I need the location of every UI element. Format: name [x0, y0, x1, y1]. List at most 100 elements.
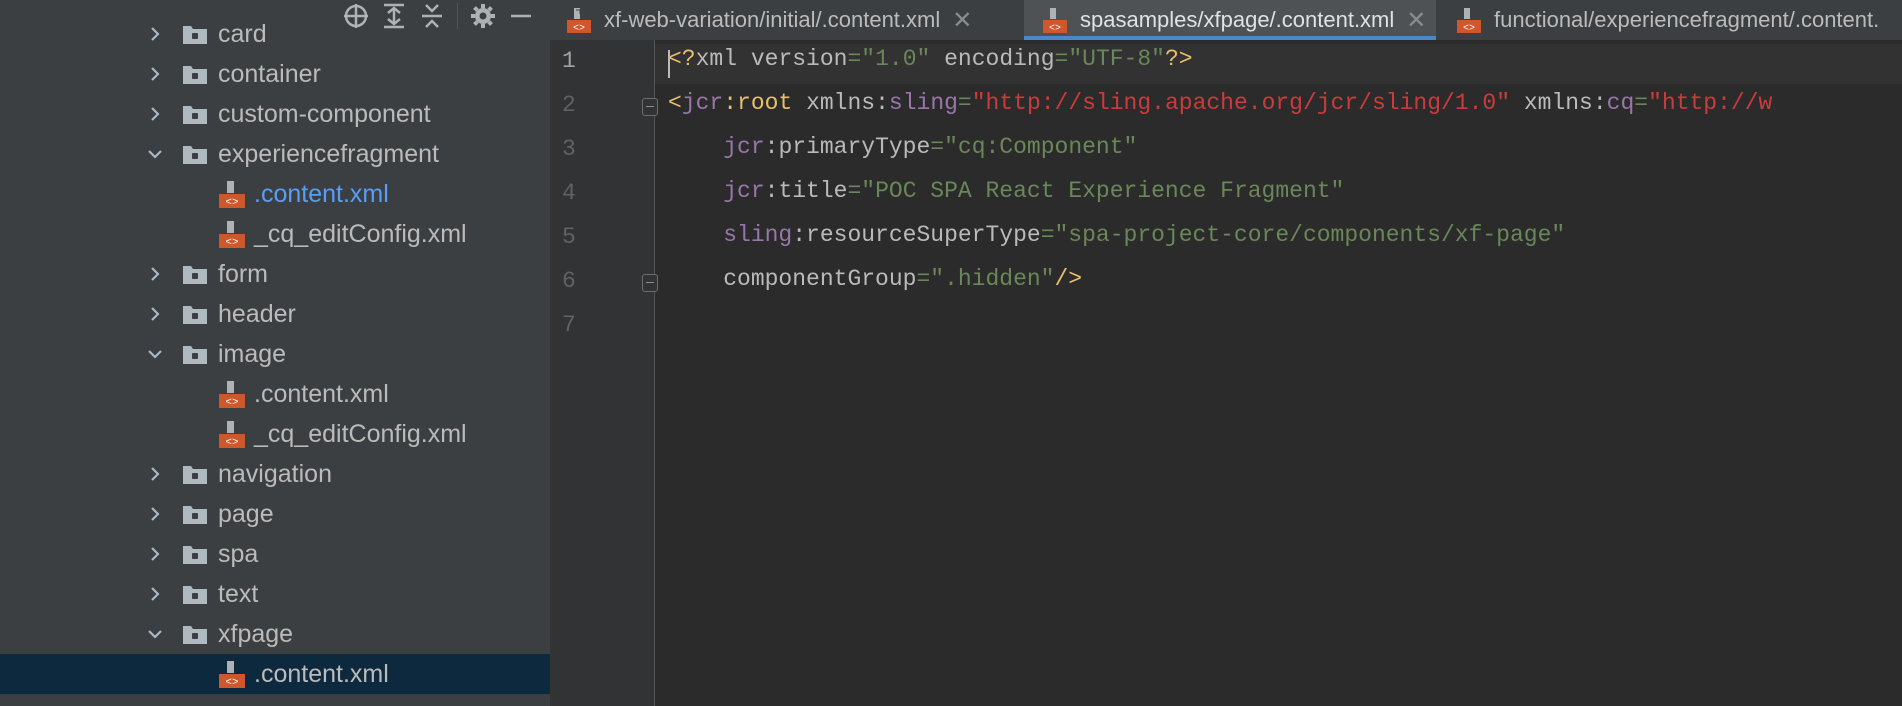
toolbar-separator [457, 3, 458, 29]
tree-folder-page[interactable]: page [0, 494, 550, 534]
line-number: 1 [562, 48, 576, 74]
val-encoding: "UTF-8" [1068, 46, 1165, 72]
svg-text:<>: <> [225, 437, 238, 449]
tree-folder-header[interactable]: header [0, 294, 550, 334]
project-toolbar [0, 0, 550, 32]
tree-folder-form[interactable]: form [0, 254, 550, 294]
xml-file-icon: <> [1043, 8, 1067, 35]
folder-icon [182, 623, 208, 645]
val-componentGroup: ".hidden" [930, 266, 1055, 292]
tree-item-label: container [218, 59, 321, 88]
ns-jcr: jcr [723, 134, 765, 160]
tree-folder-navigation[interactable]: navigation [0, 454, 550, 494]
chevron-right-icon[interactable] [145, 264, 165, 284]
xml-file-icon: <> [218, 219, 246, 249]
chevron-right-icon[interactable] [145, 104, 165, 124]
close-icon[interactable]: ✕ [1406, 6, 1426, 35]
code-line-6[interactable]: componentGroup=".hidden"/> [668, 266, 1082, 292]
tab-xfpage-content[interactable]: <> spasamples/xfpage/.content.xml ✕ [1024, 0, 1436, 40]
code-line-4[interactable]: jcr:title="POC SPA React Experience Frag… [668, 178, 1344, 204]
fold-marker-icon[interactable] [642, 98, 658, 116]
chevron-down-icon[interactable] [145, 344, 165, 364]
val-cq-url: "http://w [1648, 90, 1773, 116]
tree-item-label: .content.xml [254, 659, 389, 688]
tab-xf-web-variation-content[interactable]: <> xf-web-variation/initial/.content.xml… [566, 0, 972, 40]
xml-decl-close: ?> [1164, 46, 1193, 72]
ns-sling: sling [888, 90, 958, 116]
tab-label: xf-web-variation/initial/.content.xml [604, 7, 941, 32]
tree-folder-xfpage[interactable]: xfpage [0, 614, 550, 654]
tree-item-label: .content.xml [254, 179, 389, 208]
hide-icon[interactable] [502, 1, 540, 31]
xml-file-icon: <> [567, 8, 591, 34]
project-tree-panel: card container custom-component experiencef… [0, 0, 550, 706]
ns-cq: cq [1606, 90, 1635, 116]
tree-folder-custom-component[interactable]: custom-component [0, 94, 550, 134]
svg-text:<>: <> [225, 197, 238, 209]
chevron-right-icon[interactable] [145, 304, 165, 324]
folder-icon [182, 103, 208, 125]
fold-marker-icon[interactable] [642, 274, 658, 292]
attr-primaryType: primaryType [778, 134, 931, 160]
tree-folder-spa[interactable]: spa [0, 534, 550, 574]
code-line-5[interactable]: sling:resourceSuperType="spa-project-cor… [668, 222, 1565, 248]
attr-encoding: encoding [944, 46, 1055, 72]
val-sling-url: "http://sling.apache.org/jcr/sling/1.0" [971, 90, 1511, 116]
tree-item-label: text [218, 579, 259, 608]
tree-item-label: experiencefragment [218, 139, 439, 168]
self-close: /> [1054, 266, 1083, 292]
tab-label: functional/experiencefragment/.content. [1494, 7, 1880, 32]
tree-file-content-xml[interactable]: <> .content.xml [0, 374, 550, 414]
chevron-down-icon[interactable] [145, 144, 165, 164]
folder-icon [182, 303, 208, 325]
chevron-right-icon[interactable] [145, 584, 165, 604]
chevron-down-icon[interactable] [145, 624, 165, 644]
chevron-right-icon[interactable] [145, 504, 165, 524]
gear-icon[interactable] [464, 1, 502, 31]
tab-label: spasamples/xfpage/.content.xml [1080, 7, 1395, 32]
tree-folder-text[interactable]: text [0, 574, 550, 614]
tag-root: root [737, 90, 793, 116]
tree-file-cq-editconfig-xml[interactable]: <> _cq_editConfig.xml [0, 214, 550, 254]
val-title: "POC SPA React Experience Fragment" [861, 178, 1345, 204]
tree-folder-image[interactable]: image [0, 334, 550, 374]
ns-jcr: jcr [681, 90, 724, 116]
xml-file-icon: <> [218, 379, 246, 409]
ns-sling: sling [723, 222, 793, 248]
code-line-3[interactable]: jcr:primaryType="cq:Component" [668, 134, 1137, 160]
tree-file-content-xml[interactable]: <> .content.xml [0, 174, 550, 214]
close-icon[interactable]: ✕ [952, 6, 972, 35]
collapse-all-icon[interactable] [413, 1, 451, 31]
ns-jcr: jcr [723, 178, 765, 204]
tree-file-cq-editconfig-xml[interactable]: <> _cq_editConfig.xml [0, 414, 550, 454]
tree-file-content-xml[interactable]: <> .content.xml [0, 654, 550, 694]
tree-folder-container[interactable]: container [0, 54, 550, 94]
xml-file-icon: <> [218, 659, 246, 689]
locate-icon[interactable] [337, 1, 375, 31]
svg-text:<>: <> [1049, 24, 1061, 35]
attr-resourceSuperType: resourceSuperType [806, 222, 1041, 248]
line-number: 5 [562, 224, 576, 250]
folder-icon [182, 543, 208, 565]
tab-functional-experiencefragment-content[interactable]: <> functional/experiencefragment/.conten… [1456, 0, 1879, 40]
line-number: 6 [562, 268, 576, 294]
xml-decl-open: <? [668, 46, 696, 72]
code-line-2[interactable]: <jcr:root xmlns:sling="http://sling.apac… [668, 90, 1772, 116]
code-line-1[interactable]: <?xml version="1.0" encoding="UTF-8"?> [668, 46, 1193, 72]
svg-text:<>: <> [1463, 24, 1475, 35]
tree-item-label: image [218, 339, 287, 368]
chevron-right-icon[interactable] [145, 464, 165, 484]
code-editor[interactable]: 1 2 3 4 5 6 7 <?xml version="1.0" encoding="UT… [550, 40, 1902, 706]
svg-text:<>: <> [225, 677, 238, 689]
chevron-right-icon[interactable] [145, 544, 165, 564]
tree-folder-experiencefragment[interactable]: experiencefragment [0, 134, 550, 174]
tree-item-label: .content.xml [254, 379, 389, 408]
attr-componentGroup: componentGroup [723, 266, 917, 292]
svg-text:<>: <> [225, 397, 238, 409]
tree-item-label: page [218, 499, 274, 528]
chevron-right-icon[interactable] [145, 64, 165, 84]
expand-all-icon[interactable] [375, 1, 413, 31]
attr-version: version [750, 46, 848, 72]
line-number: 3 [562, 136, 576, 162]
root-open: < [668, 90, 682, 116]
